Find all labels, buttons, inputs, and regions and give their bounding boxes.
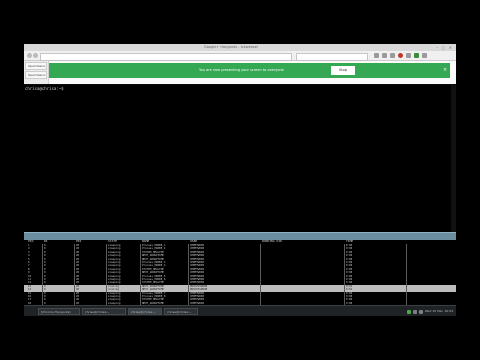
close-icon[interactable]: × xyxy=(443,66,447,74)
terminal-scrollbar[interactable] xyxy=(451,85,456,232)
forward-icon[interactable] xyxy=(33,53,38,58)
browser-window: Google+ Hangouts - Iceweasel – ▢ ✕ https… xyxy=(24,44,456,84)
column-divider xyxy=(188,244,189,305)
column-divider xyxy=(140,244,141,305)
extension-icon[interactable] xyxy=(406,53,411,58)
tab-openvasiuc-2[interactable]: OpenVasiuc xyxy=(25,71,47,79)
column-divider xyxy=(260,244,261,305)
taskbar-button[interactable]: chrisa@chrisa:~ xyxy=(82,308,126,315)
hangouts-icon[interactable] xyxy=(414,53,419,58)
battery-icon[interactable] xyxy=(418,309,423,314)
home-icon[interactable] xyxy=(390,53,395,58)
window-title: Google+ Hangouts - Iceweasel xyxy=(204,45,258,49)
browser-content: OpenVasiuc OpenVasiuc You are now presen… xyxy=(24,61,456,84)
taskbar-button[interactable]: [Chrome Hangouts] xyxy=(38,308,80,315)
column-divider xyxy=(106,244,107,305)
browser-navbar: https://plus.google.com/hangouts/_/ca3b9… xyxy=(24,51,456,70)
url-bar[interactable]: https://plus.google.com/hangouts/_/ca3b9… xyxy=(40,52,292,70)
bookmark-icon[interactable] xyxy=(374,53,379,58)
menu-icon[interactable] xyxy=(422,53,427,58)
taskbar: [Chrome Hangouts] chrisa@chrisa:~ chrisa@c… xyxy=(24,305,456,316)
browser-titlebar: Google+ Hangouts - Iceweasel – ▢ ✕ xyxy=(24,44,456,51)
volume-icon[interactable] xyxy=(412,309,417,314)
screen-share-notification: You are now presenting your screen to ev… xyxy=(49,63,450,78)
desktop-screen: Google+ Hangouts - Iceweasel – ▢ ✕ https… xyxy=(24,44,456,316)
search-input[interactable]: Search xyxy=(296,52,368,70)
column-divider xyxy=(406,244,407,305)
tab-openvasiuc-1[interactable]: OpenVasiuc xyxy=(25,62,47,70)
tab-strip: OpenVasiuc OpenVasiuc xyxy=(24,61,49,84)
toolbar-icons xyxy=(374,53,427,58)
record-icon[interactable] xyxy=(398,53,403,58)
column-divider xyxy=(74,244,75,305)
system-tray: Wed 10 Feb, 16:54 xyxy=(406,308,453,315)
download-icon[interactable] xyxy=(382,53,387,58)
terminal-prompt: chrisa@chrisa:~$ xyxy=(25,86,66,91)
back-icon[interactable] xyxy=(27,53,32,58)
network-icon[interactable] xyxy=(406,309,411,314)
taskbar-button[interactable]: chrisa@chrisa:~ xyxy=(164,308,198,315)
process-table: PID NI PRI STATE NAME USER WORKING DIR TIME 102… xyxy=(24,232,456,305)
notification-text: You are now presenting your screen to ev… xyxy=(199,68,284,72)
column-divider xyxy=(42,244,43,305)
terminal-window[interactable]: chrisa@chrisa:~$ xyxy=(24,85,456,232)
taskbar-button[interactable]: chrisa@chrisa:~ xyxy=(128,308,162,315)
stop-sharing-button[interactable]: Stop xyxy=(331,66,355,75)
column-divider xyxy=(344,244,345,305)
window-controls[interactable]: – ▢ ✕ xyxy=(436,45,453,50)
clock[interactable]: Wed 10 Feb, 16:54 xyxy=(425,308,453,315)
